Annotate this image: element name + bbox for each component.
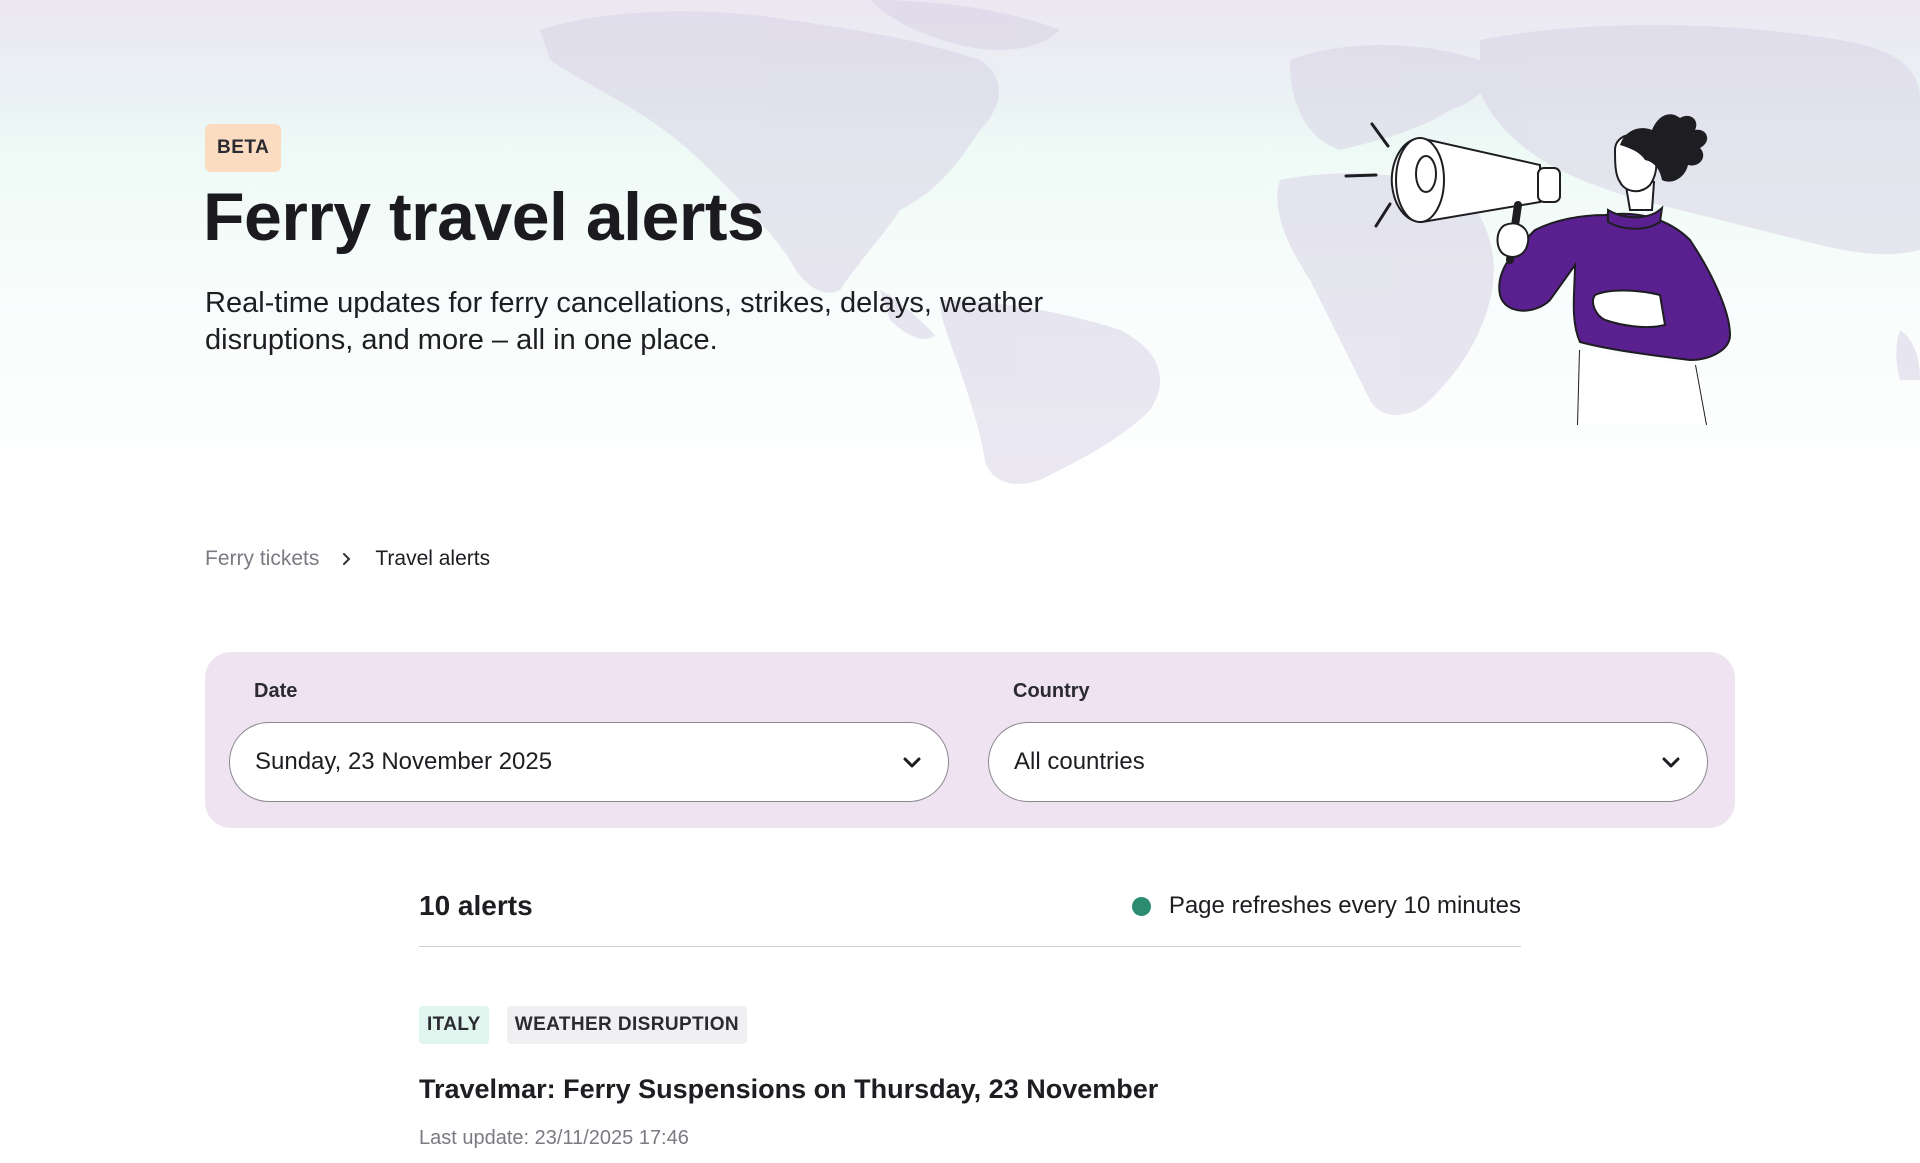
date-select-value: Sunday, 23 November 2025 (255, 748, 553, 775)
hero-banner: BETA Ferry travel alerts Real-time updat… (0, 0, 1920, 500)
alerts-count: 10 alerts (419, 890, 533, 921)
breadcrumb: Ferry tickets Travel alerts (205, 545, 490, 573)
chevron-down-icon (1662, 757, 1680, 768)
chevron-down-icon (903, 757, 921, 768)
chevron-right-icon (341, 552, 353, 566)
results-header: 10 alerts Page refreshes every 10 minute… (419, 880, 1521, 947)
page-title: Ferry travel alerts (203, 179, 765, 255)
date-select[interactable]: Sunday, 23 November 2025 (229, 722, 949, 802)
country-tag: ITALY (419, 1006, 489, 1044)
breadcrumb-current: Travel alerts (375, 547, 491, 570)
alert-item: ITALY WEATHER DISRUPTION Travelmar: Ferr… (419, 1006, 1521, 1163)
alert-title-link[interactable]: Travelmar: Ferry Suspensions on Thursday… (419, 1074, 1521, 1105)
country-select[interactable]: All countries (988, 722, 1708, 802)
alert-type-tag: WEATHER DISRUPTION (506, 1006, 748, 1044)
refresh-indicator: Page refreshes every 10 minutes (1131, 892, 1521, 920)
country-select-value: All countries (1014, 748, 1145, 775)
page-subtitle: Real-time updates for ferry cancellation… (205, 287, 1044, 356)
live-status-dot (1131, 896, 1151, 916)
date-filter-label: Date (254, 680, 298, 702)
alert-tags: ITALY WEATHER DISRUPTION (419, 1006, 1521, 1044)
page: BETA Ferry travel alerts Real-time updat… (0, 0, 1920, 1163)
refresh-text: Page refreshes every 10 minutes (1168, 892, 1521, 919)
beta-badge: BETA (205, 124, 282, 172)
alert-last-update: Last update: 23/11/2025 17:46 (419, 1127, 689, 1149)
breadcrumb-ferry-tickets-link[interactable]: Ferry tickets (205, 547, 319, 571)
megaphone-person-illustration (1344, 114, 1732, 426)
filters-panel: Date Sunday, 23 November 2025 Country Al… (205, 652, 1735, 828)
country-filter-label: Country (1013, 680, 1090, 702)
